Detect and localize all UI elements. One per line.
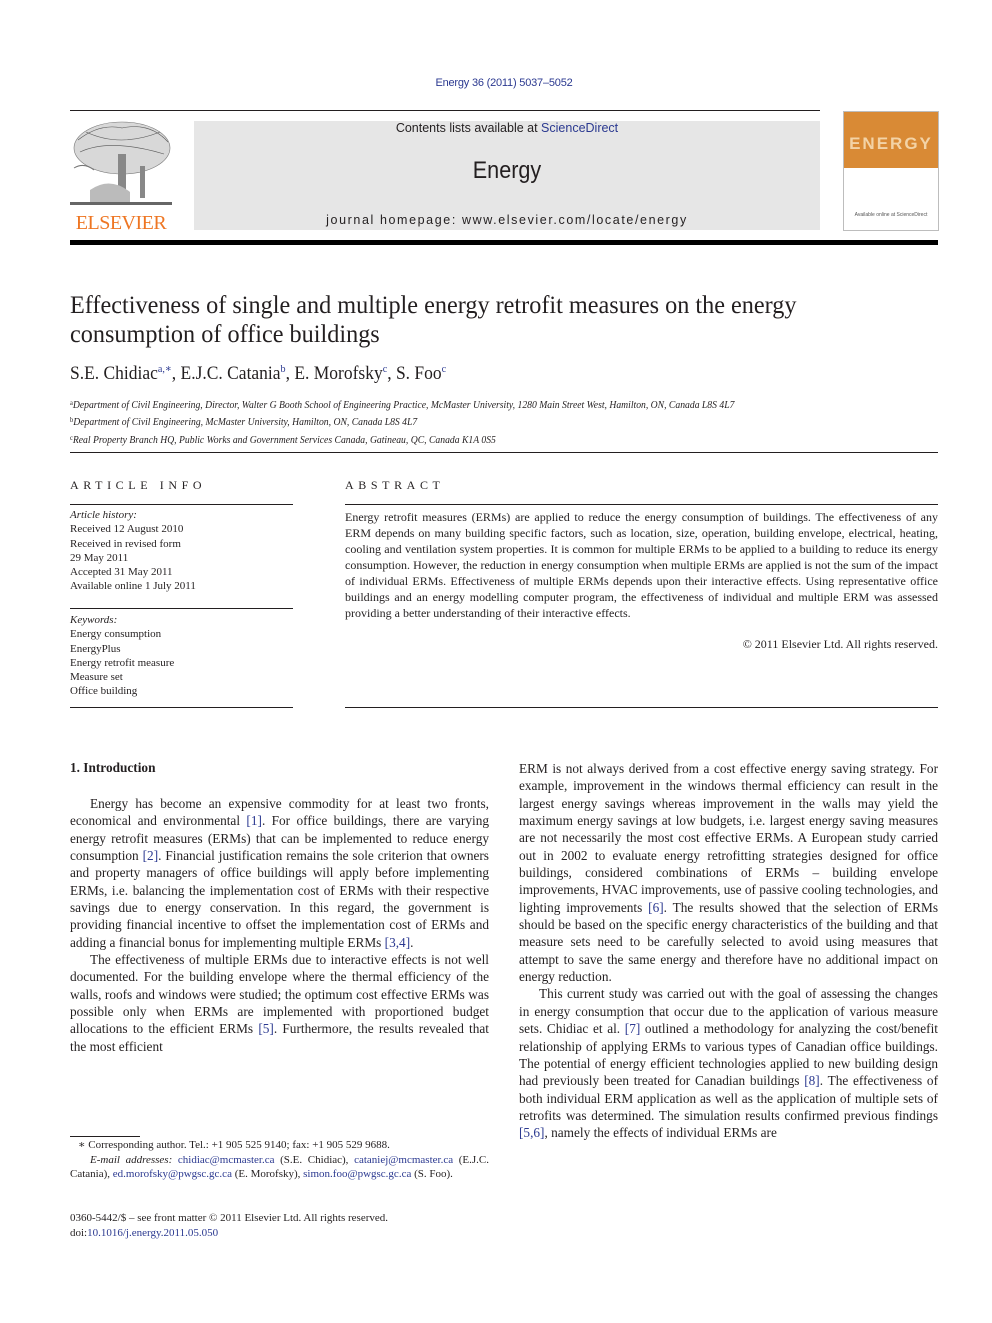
email-link[interactable]: cataniej@mcmaster.ca xyxy=(354,1154,453,1166)
paragraph-text: . xyxy=(410,934,414,950)
affiliation: bDepartment of Civil Engineering, McMast… xyxy=(70,413,734,430)
abstract-copyright: © 2011 Elsevier Ltd. All rights reserved… xyxy=(742,637,938,651)
issn-doi-block: 0360-5442/$ – see front matter © 2011 El… xyxy=(70,1211,489,1240)
cover-title: ENERGY xyxy=(849,134,933,153)
keywords-label: Keywords: xyxy=(70,614,118,626)
affiliation-text: Department of Civil Engineering, McMaste… xyxy=(73,417,418,429)
citation-link[interactable]: [8] xyxy=(804,1073,820,1088)
section-heading: 1. Introduction xyxy=(70,760,156,775)
body-column-right: ERM is not always derived from a cost ef… xyxy=(519,760,938,1142)
abstract-heading: ABSTRACT xyxy=(345,478,445,492)
history-item: 29 May 2011 xyxy=(70,551,129,564)
author-name[interactable]: E.J.C. Catania xyxy=(181,363,281,384)
contents-prefix: Contents lists available at xyxy=(395,121,542,135)
author-separator: , xyxy=(387,363,396,384)
contents-line: Contents lists available at ScienceDirec… xyxy=(194,121,820,135)
affiliation: cReal Property Branch HQ, Public Works a… xyxy=(70,431,734,448)
journal-name: Energy xyxy=(472,157,542,184)
author-separator: , xyxy=(171,363,181,384)
email-label: E-mail addresses: xyxy=(90,1153,173,1166)
keyword: EnergyPlus xyxy=(70,642,121,655)
citation-link[interactable]: [7] xyxy=(625,1021,641,1036)
paragraph: Energy has become an expensive commodity… xyxy=(70,795,489,951)
footnotes: ∗ Corresponding author. Tel.: +1 905 525… xyxy=(70,1138,489,1182)
author-name[interactable]: S. Foo xyxy=(396,363,442,384)
email-owner: (E. Morofsky), xyxy=(231,1168,304,1180)
divider xyxy=(70,504,293,505)
corresponding-author-note: ∗ Corresponding author. Tel.: +1 905 525… xyxy=(78,1139,390,1151)
keyword: Energy retrofit measure xyxy=(70,656,175,669)
sciencedirect-link[interactable]: ScienceDirect xyxy=(541,121,618,135)
section-divider xyxy=(70,452,938,453)
divider xyxy=(345,504,938,505)
doi-prefix: doi: xyxy=(70,1226,88,1239)
divider xyxy=(70,608,293,609)
paragraph-text: ERM is not always derived from a cost ef… xyxy=(519,761,938,915)
history-item: Available online 1 July 2011 xyxy=(70,580,196,593)
citation-link[interactable]: [5] xyxy=(258,1021,274,1036)
paragraph: This current study was carried out with … xyxy=(519,985,938,1141)
issn-line: 0360-5442/$ – see front matter © 2011 El… xyxy=(70,1212,389,1224)
keywords: Keywords: Energy consumption EnergyPlus … xyxy=(70,613,174,699)
email-owner: (S.E. Chidiac), xyxy=(274,1153,355,1166)
journal-homepage-link[interactable]: journal homepage: www.elsevier.com/locat… xyxy=(194,213,820,227)
footnote-rule xyxy=(70,1136,140,1137)
keyword: Energy consumption xyxy=(70,628,162,641)
email-addresses: E-mail addresses: chidiac@mcmaster.ca (S… xyxy=(70,1153,489,1182)
paragraph-text: . Financial justification remains the so… xyxy=(70,848,489,950)
citation-link[interactable]: [2] xyxy=(143,848,159,863)
top-rule xyxy=(70,110,820,111)
citation-link[interactable]: [5,6] xyxy=(519,1125,544,1140)
article-title: Effectiveness of single and multiple ene… xyxy=(70,290,797,348)
article-info-heading: ARTICLE INFO xyxy=(70,478,207,492)
header-thick-rule xyxy=(70,240,938,245)
affiliations: aDepartment of Civil Engineering, Direct… xyxy=(70,396,734,448)
author-separator: , xyxy=(285,363,295,384)
history-item: Received 12 August 2010 xyxy=(70,523,184,536)
doi-link[interactable]: 10.1016/j.energy.2011.05.050 xyxy=(87,1227,218,1239)
abstract-text: Energy retrofit measures (ERMs) are appl… xyxy=(345,510,938,620)
email-owner: (S. Foo). xyxy=(411,1168,453,1180)
body-column-left: Energy has become an expensive commodity… xyxy=(70,795,489,1055)
history-label: Article history: xyxy=(70,509,137,521)
affiliation-text: Real Property Branch HQ, Public Works an… xyxy=(72,434,496,446)
affiliation: aDepartment of Civil Engineering, Direct… xyxy=(70,396,734,413)
cover-footer: Available online at ScienceDirect xyxy=(854,212,928,218)
email-link[interactable]: chidiac@mcmaster.ca xyxy=(178,1154,275,1166)
keyword: Office building xyxy=(70,685,138,698)
paragraph: ERM is not always derived from a cost ef… xyxy=(519,760,938,985)
doi-line: doi:10.1016/j.energy.2011.05.050 xyxy=(70,1226,489,1241)
journal-reference-link[interactable]: Energy 36 (2011) 5037–5052 xyxy=(0,77,992,89)
author-affiliation-mark[interactable]: a,∗ xyxy=(158,363,172,375)
email-link[interactable]: ed.morofsky@pwgsc.gc.ca xyxy=(113,1168,232,1180)
citation-link[interactable]: [3,4] xyxy=(385,935,410,950)
history-item: Received in revised form xyxy=(70,537,181,550)
article-history: Article history: Received 12 August 2010… xyxy=(70,508,196,594)
divider xyxy=(70,707,293,708)
divider xyxy=(345,707,938,708)
citation-link[interactable]: [1] xyxy=(246,813,262,828)
history-item: Accepted 31 May 2011 xyxy=(70,566,173,579)
paragraph: The effectiveness of multiple ERMs due t… xyxy=(70,951,489,1055)
citation-link[interactable]: [6] xyxy=(648,900,664,915)
elsevier-wordmark: ELSEVIER xyxy=(75,212,167,234)
author-list: S.E. Chidiaca,∗, E.J.C. Cataniab, E. Mor… xyxy=(70,362,446,385)
keyword: Measure set xyxy=(70,671,123,684)
author-affiliation-mark[interactable]: c xyxy=(442,363,446,375)
journal-cover-thumbnail[interactable]: ENERGY Available online at ScienceDirect xyxy=(843,111,939,231)
author-name[interactable]: E. Morofsky xyxy=(294,363,382,384)
email-link[interactable]: simon.foo@pwgsc.gc.ca xyxy=(303,1168,411,1180)
paragraph-text: , namely the effects of individual ERMs … xyxy=(544,1125,777,1141)
affiliation-text: Department of Civil Engineering, Directo… xyxy=(72,400,735,411)
tree-illustration-icon xyxy=(70,121,172,205)
author-name[interactable]: S.E. Chidiac xyxy=(70,363,158,384)
